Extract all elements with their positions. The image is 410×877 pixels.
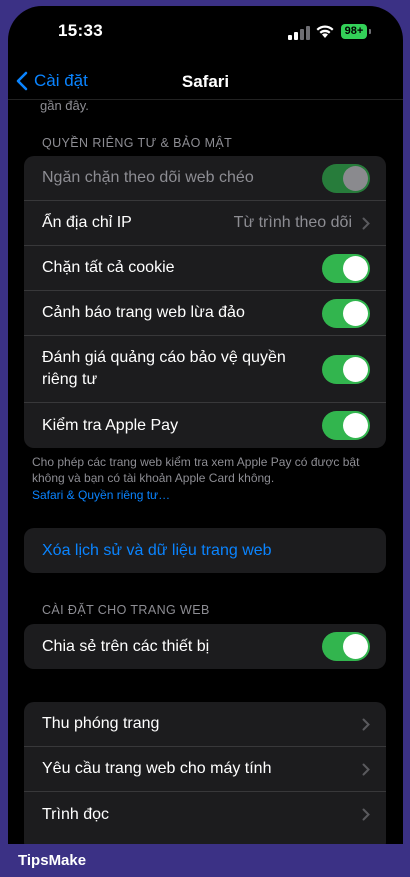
- row-label: Trình đọc: [42, 805, 109, 823]
- row-request-desktop[interactable]: Yêu cầu trang web cho máy tính: [24, 747, 386, 792]
- privacy-footer-link[interactable]: Safari & Quyền riêng tư…: [32, 488, 170, 502]
- status-bar: 15:33 98+: [8, 6, 403, 62]
- hide-ip-value: Từ trình theo dõi: [233, 214, 352, 231]
- row-reader[interactable]: Trình đọc: [24, 792, 386, 837]
- row-share-across-devices: Chia sẻ trên các thiết bị: [24, 624, 386, 669]
- row-label: Ẩn địa chỉ IP: [42, 214, 132, 231]
- row-label: Đánh giá quảng cáo bảo vệ quyền riêng tư: [42, 349, 286, 388]
- share-across-devices-toggle[interactable]: [322, 632, 370, 661]
- device-frame: 15:33 98+ Cài đặt Safari gần đây. QUYỀN …: [0, 0, 410, 877]
- privacy-footer: Cho phép các trang web kiểm tra xem Appl…: [32, 455, 360, 485]
- block-cookies-toggle[interactable]: [322, 253, 370, 283]
- row-block-cookies: Chặn tất cả cookie: [24, 246, 386, 291]
- row-label: Yêu cầu trang web cho máy tính: [42, 760, 272, 777]
- row-page-zoom[interactable]: Thu phóng trang: [24, 702, 386, 747]
- cellular-signal-icon: [288, 26, 310, 40]
- row-label: Ngăn chặn theo dõi web chéo: [42, 169, 254, 186]
- row-label: Cảnh báo trang web lừa đảo: [42, 304, 245, 321]
- row-label: Chặn tất cả cookie: [42, 259, 175, 276]
- chevron-right-icon: [362, 808, 370, 821]
- page-title: Safari: [181, 72, 230, 91]
- website-group: Chia sẻ trên các thiết bị: [24, 624, 386, 669]
- clear-history-label: Xóa lịch sử và dữ liệu trang web: [42, 541, 272, 559]
- watermark-logo: TipsMake: [18, 852, 87, 869]
- row-label: Thu phóng trang: [42, 715, 160, 732]
- cross-site-tracking-toggle[interactable]: [322, 163, 370, 193]
- chevron-right-icon: [362, 718, 370, 730]
- wifi-icon: [316, 25, 334, 38]
- row-label: Chia sẻ trên các thiết bị: [42, 637, 210, 655]
- chevron-right-icon: [362, 217, 370, 229]
- fraud-warning-toggle[interactable]: [322, 298, 370, 328]
- privacy-ad-measurement-toggle[interactable]: [322, 354, 370, 384]
- clear-history-group: Xóa lịch sử và dữ liệu trang web: [24, 528, 386, 573]
- phone-screen: 15:33 98+ Cài đặt Safari gần đây. QUYỀN …: [8, 6, 403, 844]
- battery-icon: 98+: [341, 24, 367, 39]
- more-settings-group: Thu phóng trang Yêu cầu trang web cho má…: [24, 702, 386, 844]
- row-fraud-warning: Cảnh báo trang web lừa đảo: [24, 291, 386, 336]
- row-hide-ip[interactable]: Ẩn địa chỉ IP Từ trình theo dõi: [24, 201, 386, 246]
- row-privacy-ad-measurement: Đánh giá quảng cáo bảo vệ quyền riêng tư: [24, 336, 386, 403]
- status-time: 15:33: [58, 21, 103, 40]
- website-section-header: CÀI ĐẶT CHO TRANG WEB: [42, 603, 210, 617]
- previous-section-note: gần đây.: [40, 98, 89, 113]
- battery-cap: [369, 29, 371, 34]
- chevron-right-icon: [362, 763, 370, 775]
- privacy-section-header: QUYỀN RIÊNG TƯ & BẢO MẬT: [42, 136, 233, 150]
- row-label: Kiểm tra Apple Pay: [42, 416, 179, 434]
- check-apple-pay-toggle[interactable]: [322, 411, 370, 440]
- watermark-bar: TipsMake: [0, 844, 410, 877]
- privacy-group: Ngăn chặn theo dõi web chéo Ẩn địa chỉ I…: [24, 156, 386, 448]
- clear-history-button[interactable]: Xóa lịch sử và dữ liệu trang web: [24, 528, 386, 573]
- row-check-apple-pay: Kiểm tra Apple Pay: [24, 403, 386, 448]
- navigation-bar: Cài đặt Safari: [8, 62, 403, 102]
- row-cross-site-tracking: Ngăn chặn theo dõi web chéo: [24, 156, 386, 201]
